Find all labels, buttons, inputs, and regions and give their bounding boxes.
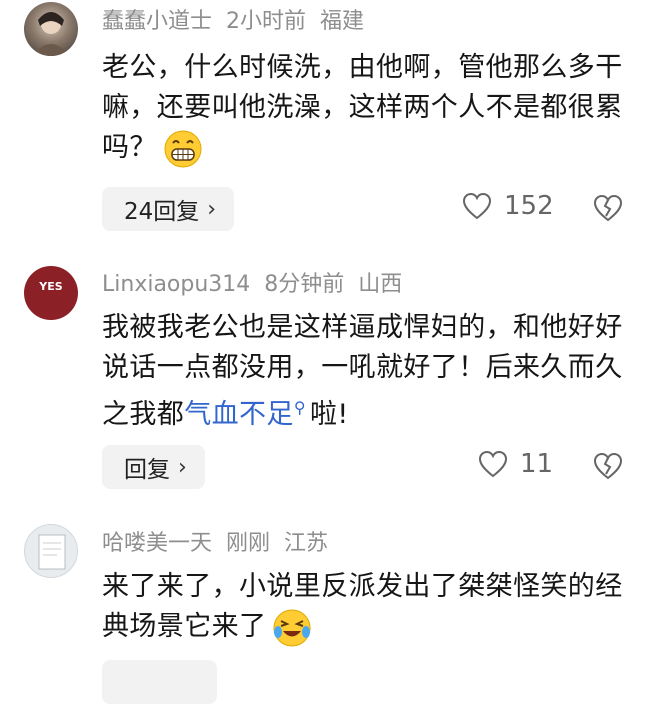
avatar-text: YES — [39, 280, 63, 293]
like-count: 152 — [504, 191, 554, 221]
broken-heart-icon — [593, 194, 623, 222]
like-button[interactable]: 11 — [478, 449, 553, 479]
search-link[interactable]: 气血不足 — [184, 399, 294, 430]
username[interactable]: 哈喽美一天 — [102, 531, 212, 556]
location: 山西 — [358, 272, 403, 297]
chevron-right-icon: › — [178, 454, 187, 480]
comment-text: 我被我老公也是这样逼成悍妇的，和他好好说话一点都没用，一吼就好了！后来久而久之我… — [102, 312, 623, 430]
comment-text: 来了来了，小说里反派发出了桀桀怪笑的经典场景它来了 — [102, 567, 632, 648]
reply-label: 回复 — [124, 457, 170, 483]
avatar[interactable] — [24, 524, 78, 578]
comment-meta: 蠢蠢小道士 2小时前 福建 — [102, 8, 378, 36]
broken-heart-icon — [593, 452, 623, 480]
username[interactable]: 蠢蠢小道士 — [102, 9, 212, 34]
username[interactable]: Linxiaopu314 — [102, 272, 250, 297]
heart-icon — [462, 192, 492, 220]
heart-icon — [478, 450, 508, 478]
avatar-image — [32, 12, 70, 56]
timestamp: 8分钟前 — [264, 272, 345, 297]
location: 福建 — [320, 9, 365, 34]
reply-button[interactable]: 24回复 › — [102, 187, 235, 231]
timestamp: 刚刚 — [226, 531, 271, 556]
avatar[interactable]: YES — [24, 266, 78, 320]
location: 江苏 — [284, 531, 329, 556]
like-count: 11 — [520, 449, 554, 479]
comment-meta: Linxiaopu314 8分钟前 山西 — [102, 271, 416, 299]
avatar[interactable] — [24, 2, 78, 56]
dislike-button[interactable] — [593, 194, 623, 226]
avatar-image — [38, 534, 66, 570]
grin-emoji — [163, 129, 203, 169]
search-icon: ⚲ — [293, 398, 306, 417]
chevron-right-icon: › — [207, 196, 217, 222]
dislike-button[interactable] — [593, 452, 623, 484]
comment-meta: 哈喽美一天 刚刚 江苏 — [102, 530, 342, 558]
reply-count: 24回复 — [124, 199, 200, 225]
crying-laughing-emoji — [272, 608, 312, 648]
like-button[interactable]: 152 — [462, 191, 554, 221]
reply-button[interactable]: 回复 › — [102, 445, 205, 489]
timestamp: 2小时前 — [226, 9, 307, 34]
comment-text: 老公，什么时候洗，由他啊，管他那么多干嘛，还要叫他洗澡，这样两个人不是都很累吗？ — [102, 48, 632, 169]
reply-button[interactable] — [102, 660, 217, 704]
